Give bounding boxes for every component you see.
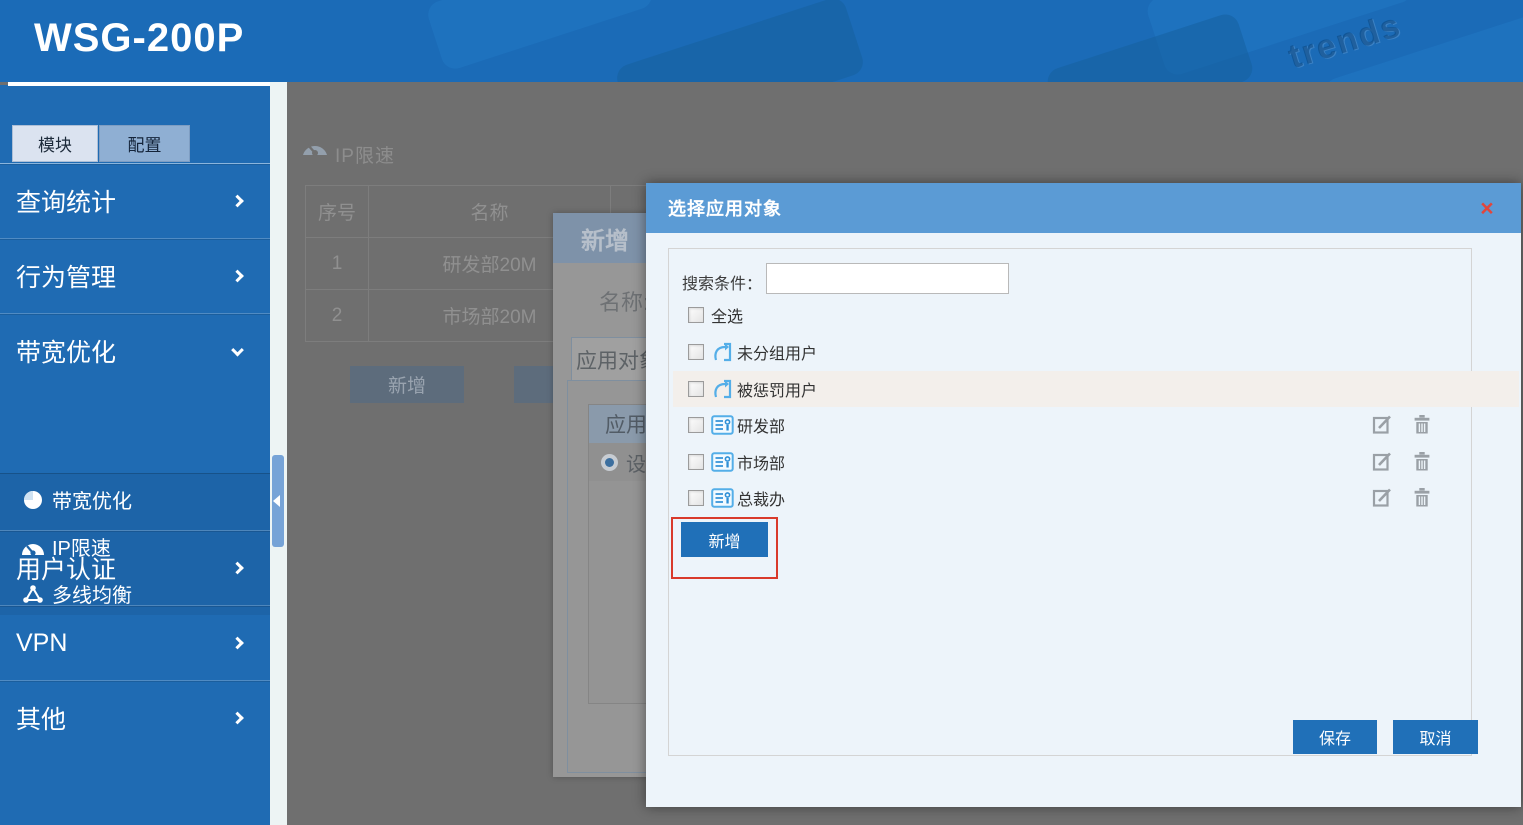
save-button[interactable]: 保存: [1293, 720, 1377, 754]
list-item[interactable]: 市场部: [673, 444, 1519, 480]
sidebar: 模块 配置 查询统计 行为管理 带宽优化 带宽优化: [0, 85, 270, 825]
edit-icon[interactable]: [1372, 414, 1393, 440]
checkbox[interactable]: [688, 490, 704, 506]
row-actions: [1372, 451, 1447, 473]
punished-users-icon: [711, 378, 735, 400]
sidebar-item-label: VPN: [16, 629, 67, 658]
background-add-button: 新增: [350, 366, 464, 403]
user-group-icon: [711, 487, 735, 509]
row-actions: [1372, 414, 1447, 436]
chevron-right-icon: [231, 195, 244, 208]
sidebar-subitem-label: 带宽优化: [52, 485, 132, 514]
list-item[interactable]: 总裁办: [673, 480, 1519, 516]
ungrouped-users-icon: [711, 341, 735, 363]
brand-logo: WSG-200P: [34, 16, 244, 61]
sidebar-item-other[interactable]: 其他: [0, 680, 270, 755]
cancel-button[interactable]: 取消: [1393, 720, 1478, 754]
chevron-right-icon: [231, 270, 244, 283]
list-item-label: 被惩罚用户: [737, 377, 817, 401]
name-label: 名称:: [599, 285, 649, 317]
edit-icon[interactable]: [1372, 451, 1393, 477]
app-window: IP限速 序号 名称 1 研发部20M 2 市场部20M 新增 新增 名称:: [0, 0, 1523, 825]
chevron-right-icon: [231, 637, 244, 650]
select-all-row[interactable]: 全选: [673, 297, 1519, 333]
list-item[interactable]: 研发部: [673, 407, 1519, 443]
app-header: trends WSG-200P: [0, 0, 1523, 82]
search-label: 搜索条件：: [682, 270, 762, 294]
list-item-label: 未分组用户: [737, 340, 817, 364]
sidebar-item-vpn[interactable]: VPN: [0, 605, 270, 680]
user-group-icon: [711, 451, 735, 473]
bandwidth-circle-icon: [20, 488, 46, 512]
select-application-object-modal: 选择应用对象 × 搜索条件： 全选 未分组用户 被惩罚用户: [646, 183, 1521, 807]
chevron-right-icon: [231, 712, 244, 725]
modal-title-text: 选择应用对象: [668, 195, 782, 221]
delete-icon[interactable]: [1412, 487, 1432, 513]
list-item-label: 总裁办: [737, 486, 785, 510]
chevron-down-icon: [231, 344, 244, 357]
sidebar-item-bandwidth-opt[interactable]: 带宽优化: [0, 313, 270, 388]
list-item-label: 市场部: [737, 450, 785, 474]
select-all-label: 全选: [711, 303, 743, 327]
page-title: IP限速: [335, 141, 395, 168]
close-icon[interactable]: ×: [1475, 196, 1499, 220]
content-gap-strip: [270, 82, 287, 825]
sidebar-item-user-auth[interactable]: 用户认证: [0, 530, 270, 605]
radio-icon: [601, 454, 618, 471]
list-item-label: 研发部: [737, 413, 785, 437]
sidebar-collapse-handle[interactable]: [272, 455, 284, 547]
search-input[interactable]: [766, 263, 1009, 294]
sidebar-item-label: 带宽优化: [16, 333, 116, 369]
edit-icon[interactable]: [1372, 487, 1393, 513]
sidebar-item-behavior-mgmt[interactable]: 行为管理: [0, 238, 270, 313]
delete-icon[interactable]: [1412, 414, 1432, 440]
sidebar-subitem-bandwidth-opt[interactable]: 带宽优化: [0, 476, 270, 523]
tab-modules[interactable]: 模块: [12, 125, 98, 162]
checkbox[interactable]: [688, 454, 704, 470]
add-button[interactable]: 新增: [681, 522, 768, 557]
delete-icon[interactable]: [1412, 451, 1432, 477]
header-divider: [8, 82, 270, 86]
tab-config[interactable]: 配置: [99, 125, 190, 162]
checkbox[interactable]: [688, 417, 704, 433]
column-header: 序号: [306, 186, 369, 238]
row-actions: [1372, 487, 1447, 509]
user-group-icon: [711, 414, 735, 436]
table-cell: 2: [306, 290, 369, 342]
table-cell: 1: [306, 238, 369, 290]
sidebar-item-label: 其他: [16, 700, 66, 736]
checkbox[interactable]: [688, 307, 704, 323]
chevron-right-icon: [231, 562, 244, 575]
modal-titlebar: 选择应用对象: [646, 183, 1521, 233]
sidebar-item-label: 查询统计: [16, 183, 116, 219]
list-item[interactable]: 未分组用户: [673, 334, 1519, 370]
sidebar-item-label: 用户认证: [16, 550, 116, 586]
checkbox[interactable]: [688, 344, 704, 360]
list-item[interactable]: 被惩罚用户: [673, 371, 1519, 407]
sidebar-item-label: 行为管理: [16, 258, 116, 294]
gauge-icon: [300, 135, 330, 162]
sidebar-item-query-stats[interactable]: 查询统计: [0, 163, 270, 238]
checkbox[interactable]: [688, 381, 704, 397]
